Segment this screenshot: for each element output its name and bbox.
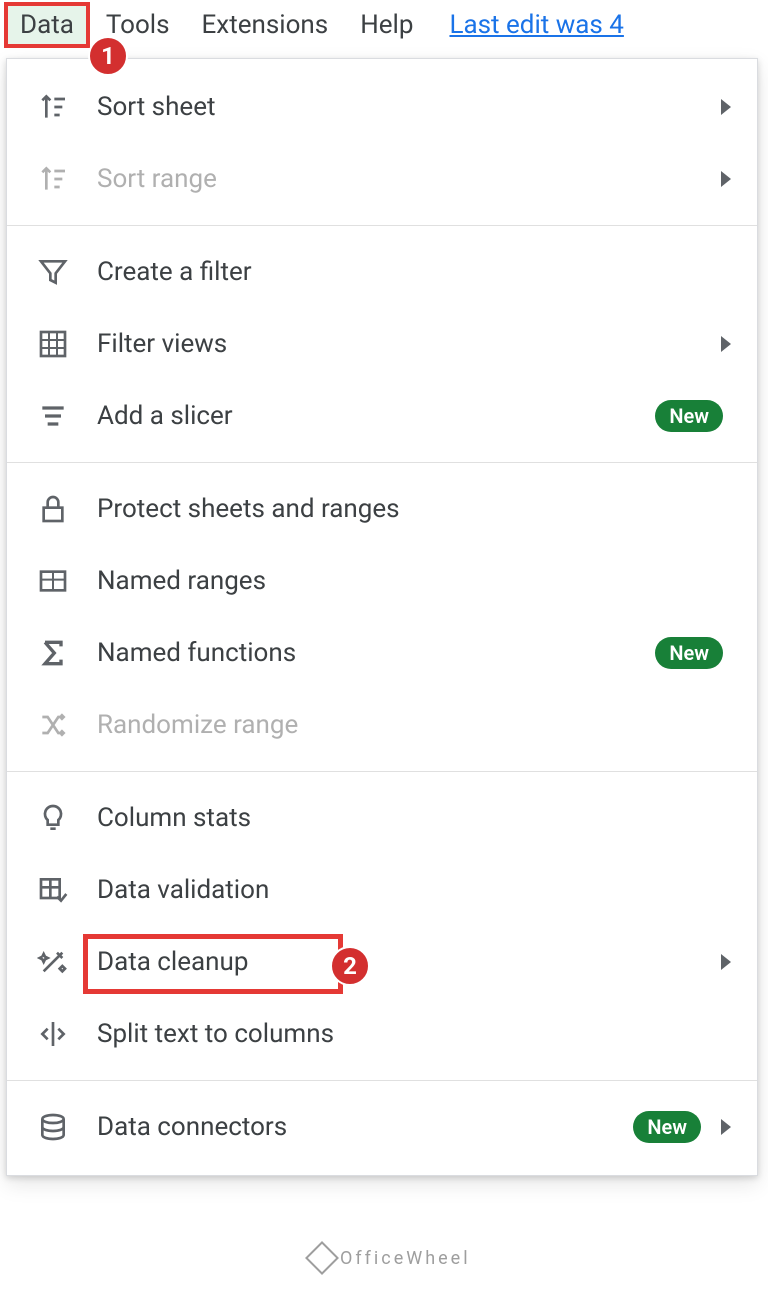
chevron-right-icon	[721, 171, 731, 187]
last-edit-text: Last edit was 4	[449, 10, 623, 40]
data-connectors-label: Data connectors	[97, 1112, 633, 1142]
watermark-icon	[305, 1241, 339, 1275]
menu-named-functions[interactable]: Named functions New	[7, 617, 757, 689]
sort-range-icon	[33, 159, 73, 199]
callout-1-text: 1	[101, 42, 115, 70]
named-ranges-label: Named ranges	[97, 566, 731, 596]
menu-data-cleanup[interactable]: Data cleanup	[7, 926, 757, 998]
chevron-right-icon	[721, 1119, 731, 1135]
named-ranges-icon	[33, 561, 73, 601]
menu-create-filter[interactable]: Create a filter	[7, 236, 757, 308]
divider	[7, 771, 757, 772]
database-icon	[33, 1107, 73, 1147]
menu-data-label: Data	[20, 10, 74, 40]
data-dropdown-menu: Sort sheet Sort range Create a filter Fi…	[6, 58, 758, 1176]
watermark: OfficeWheel	[310, 1246, 471, 1270]
split-text-label: Split text to columns	[97, 1019, 731, 1049]
last-edit-link[interactable]: Last edit was 4	[449, 10, 623, 40]
new-badge: New	[655, 400, 723, 432]
lightbulb-icon	[33, 798, 73, 838]
chevron-right-icon	[721, 954, 731, 970]
create-filter-label: Create a filter	[97, 257, 731, 287]
column-stats-label: Column stats	[97, 803, 731, 833]
menu-data[interactable]: Data	[4, 2, 90, 48]
menu-sort-sheet[interactable]: Sort sheet	[7, 71, 757, 143]
named-functions-label: Named functions	[97, 638, 655, 668]
protect-label: Protect sheets and ranges	[97, 494, 731, 524]
watermark-text: OfficeWheel	[340, 1248, 471, 1269]
sort-sheet-icon	[33, 87, 73, 127]
callout-2-text: 2	[343, 952, 357, 980]
new-badge: New	[655, 637, 723, 669]
menu-protect[interactable]: Protect sheets and ranges	[7, 473, 757, 545]
menu-add-slicer[interactable]: Add a slicer New	[7, 380, 757, 452]
menu-extensions[interactable]: Extensions	[186, 2, 345, 48]
new-badge: New	[633, 1111, 701, 1143]
funnel-icon	[33, 252, 73, 292]
divider	[7, 225, 757, 226]
menu-extensions-label: Extensions	[202, 10, 329, 40]
filter-views-label: Filter views	[97, 329, 709, 359]
slicer-icon	[33, 396, 73, 436]
randomize-label: Randomize range	[97, 710, 731, 740]
filter-views-icon	[33, 324, 73, 364]
menu-randomize: Randomize range	[7, 689, 757, 761]
menu-column-stats[interactable]: Column stats	[7, 782, 757, 854]
sort-sheet-label: Sort sheet	[97, 92, 709, 122]
add-slicer-label: Add a slicer	[97, 401, 655, 431]
chevron-right-icon	[721, 99, 731, 115]
menu-split-text[interactable]: Split text to columns	[7, 998, 757, 1070]
split-icon	[33, 1014, 73, 1054]
annotation-callout-1: 1	[88, 36, 128, 76]
menu-help-label: Help	[360, 10, 413, 40]
sort-range-label: Sort range	[97, 164, 709, 194]
menu-tools-label: Tools	[106, 10, 170, 40]
data-validation-label: Data validation	[97, 875, 731, 905]
annotation-callout-2: 2	[330, 946, 370, 986]
menu-help[interactable]: Help	[344, 2, 429, 48]
menu-data-connectors[interactable]: Data connectors New	[7, 1091, 757, 1163]
menu-named-ranges[interactable]: Named ranges	[7, 545, 757, 617]
menu-sort-range: Sort range	[7, 143, 757, 215]
chevron-right-icon	[721, 336, 731, 352]
data-cleanup-label: Data cleanup	[97, 947, 709, 977]
menu-data-validation[interactable]: Data validation	[7, 854, 757, 926]
shuffle-icon	[33, 705, 73, 745]
divider	[7, 1080, 757, 1081]
sigma-icon	[33, 633, 73, 673]
magic-wand-icon	[33, 942, 73, 982]
divider	[7, 462, 757, 463]
menu-filter-views[interactable]: Filter views	[7, 308, 757, 380]
lock-icon	[33, 489, 73, 529]
data-validation-icon	[33, 870, 73, 910]
